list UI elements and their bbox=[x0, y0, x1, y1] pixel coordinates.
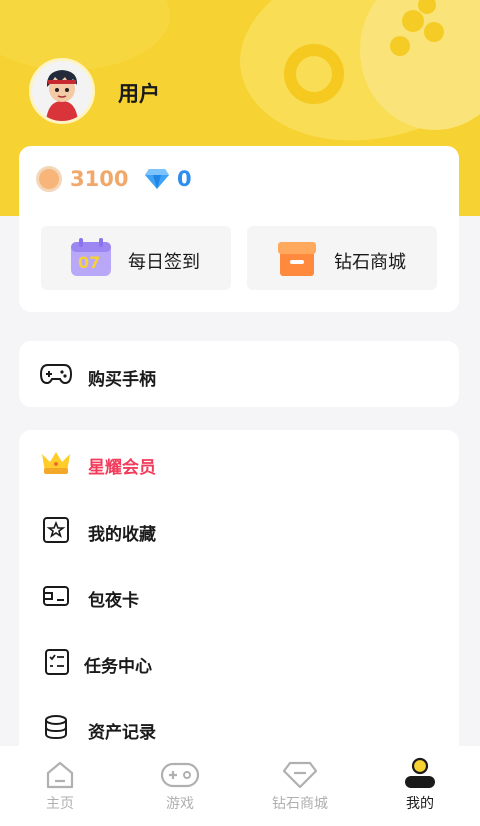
calendar-icon: 07 bbox=[69, 238, 113, 282]
tab-label: 主页 bbox=[46, 796, 74, 812]
gamepad-icon bbox=[160, 762, 200, 792]
tab-profile[interactable]: 我的 bbox=[360, 746, 480, 826]
crown-icon bbox=[40, 448, 72, 480]
coin-stack-icon bbox=[42, 714, 70, 746]
profile-icon bbox=[402, 756, 438, 794]
diamond-icon bbox=[281, 760, 319, 794]
menu-item-favorites[interactable]: 我的收藏 bbox=[19, 506, 459, 556]
buy-controller-label: 购买手柄 bbox=[88, 370, 156, 390]
card-icon bbox=[42, 585, 70, 611]
gamepad-icon bbox=[39, 363, 73, 389]
tab-home[interactable]: 主页 bbox=[0, 746, 120, 826]
tab-games[interactable]: 游戏 bbox=[120, 746, 240, 826]
tab-diamond-shop[interactable]: 钻石商城 bbox=[240, 746, 360, 826]
tab-label: 游戏 bbox=[166, 796, 194, 812]
header-decoration bbox=[424, 22, 444, 42]
coin-icon bbox=[36, 166, 62, 192]
buy-controller-row[interactable]: 购买手柄 bbox=[19, 341, 459, 407]
header-decoration bbox=[402, 10, 424, 32]
diamond-icon bbox=[144, 168, 170, 194]
diamond-balance: 0 bbox=[177, 167, 192, 191]
menu-item-vip[interactable]: 星耀会员 bbox=[19, 440, 459, 490]
header-decoration bbox=[284, 44, 344, 104]
username[interactable]: 用户 bbox=[118, 78, 160, 108]
menu-item-label: 星耀会员 bbox=[88, 458, 156, 478]
menu-item-label: 我的收藏 bbox=[88, 525, 156, 545]
menu-item-label: 资产记录 bbox=[88, 723, 156, 743]
diamond-shop-button[interactable]: 钻石商城 bbox=[247, 226, 437, 290]
tab-label: 我的 bbox=[406, 796, 434, 812]
header-decoration bbox=[0, 0, 170, 70]
star-bookmark-icon bbox=[42, 516, 70, 548]
shop-box-icon bbox=[277, 238, 317, 282]
daily-checkin-label: 每日签到 bbox=[128, 252, 200, 273]
avatar[interactable] bbox=[29, 58, 95, 124]
bottom-tab-bar: 主页 游戏 钻石商城 我的 bbox=[0, 746, 480, 826]
menu-item-label: 包夜卡 bbox=[88, 591, 139, 611]
menu-item-label: 任务中心 bbox=[84, 657, 152, 677]
daily-checkin-button[interactable]: 07 每日签到 bbox=[41, 226, 231, 290]
menu-item-night-pass[interactable]: 包夜卡 bbox=[19, 572, 459, 622]
tab-label: 钻石商城 bbox=[272, 796, 328, 812]
header-decoration bbox=[390, 36, 410, 56]
menu-item-tasks[interactable]: 任务中心 bbox=[19, 638, 459, 688]
coin-balance: 3100 bbox=[70, 167, 129, 191]
diamond-shop-label: 钻石商城 bbox=[334, 252, 406, 273]
checklist-icon bbox=[44, 648, 70, 680]
home-icon bbox=[44, 760, 76, 794]
calendar-day: 07 bbox=[78, 253, 101, 272]
